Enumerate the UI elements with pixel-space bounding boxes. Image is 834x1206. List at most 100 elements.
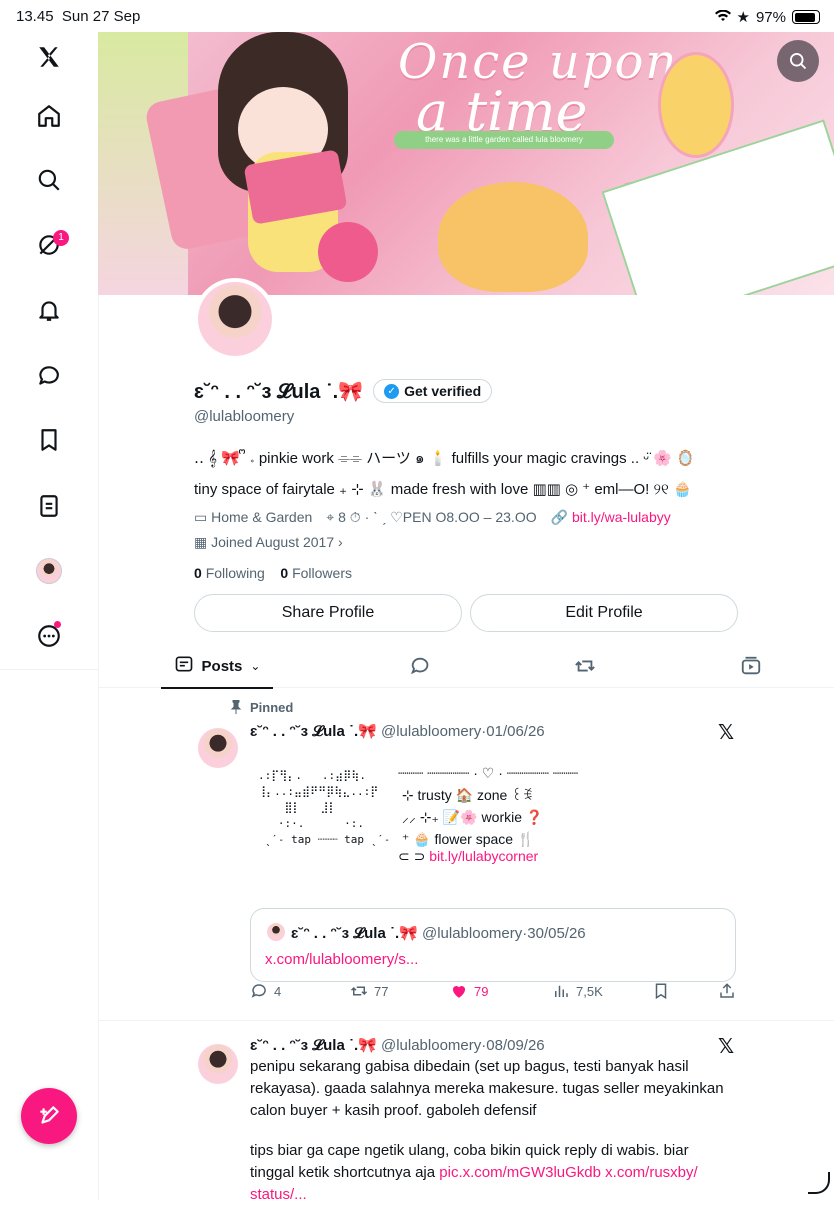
search-icon: [790, 53, 807, 70]
reply-button[interactable]: 4: [250, 982, 281, 1000]
banner-search-button[interactable]: [777, 40, 819, 82]
website-link[interactable]: 🔗 bit.ly/wa-lulabyy: [551, 509, 671, 526]
location-pin-icon: ⌖: [326, 509, 335, 525]
compose-post-button[interactable]: [21, 1088, 77, 1144]
bio-line-2: tiny space of fairytale ₊ ⊹ 🐰 made fresh…: [194, 481, 692, 498]
reply-icon: [251, 984, 266, 998]
repost-icon: [575, 660, 595, 672]
like-button[interactable]: 79: [450, 982, 488, 1000]
analytics-icon: [555, 985, 568, 997]
profile-bio: ‥ 𝄞 🎀 ᩚ 𝆹 pinkie work ⌯⌯ ハーツ ๑ 🕯️ fulfil…: [194, 443, 794, 505]
bookmark-icon[interactable]: [27, 418, 71, 462]
reply-icon: [410, 657, 429, 675]
share-button[interactable]: [718, 982, 736, 1000]
banner-cat: [438, 182, 588, 292]
link-icon: 🔗: [550, 509, 569, 525]
chevron-down-icon: ⌄: [250, 659, 261, 673]
x-logo-icon[interactable]: [27, 35, 71, 79]
views-button[interactable]: 7,5K: [552, 982, 603, 1000]
status-time: 13.45 Sun 27 Sep: [16, 8, 141, 25]
pin-icon: [230, 699, 242, 719]
tab-replies[interactable]: [398, 645, 442, 687]
home-icon[interactable]: [27, 94, 71, 138]
more-notification-dot: [54, 621, 61, 628]
post[interactable]: ɛ˘ᵔ . . ᵔ˘ɜ 𝓛ula ˙.🎀 @lulabloomery·08/09…: [98, 1030, 834, 1203]
post-date[interactable]: 08/09/26: [486, 1037, 544, 1054]
more-icon[interactable]: [27, 614, 71, 658]
followers-stat[interactable]: 0 Followers: [280, 565, 352, 581]
profile-tabs: Posts ⌄: [98, 645, 834, 689]
status-bar: 13.45 Sun 27 Sep ★ 97%: [0, 0, 834, 32]
notification-badge: 1: [53, 230, 69, 246]
pinned-label: Pinned: [250, 700, 294, 715]
calendar-icon: ▦: [194, 534, 208, 550]
post-text: penipu sekarang gabisa dibedain (set up …: [250, 1058, 724, 1119]
post-decorative-text: ┈┈┈ ┈┈┈┈┈ · ♡ · ┈┈┈┈┈ ┈┈┈ ⊹ trusty 🏠 zon…: [398, 765, 579, 847]
profile-handle: @lulabloomery: [194, 408, 295, 425]
share-profile-button[interactable]: Share Profile: [194, 594, 462, 632]
joined-date[interactable]: ▦ Joined August 2017 ›: [194, 534, 794, 551]
chat-icon[interactable]: [27, 354, 71, 398]
post-author-handle[interactable]: @lulabloomery: [381, 723, 481, 740]
bookmark-button[interactable]: [652, 982, 670, 1000]
banner-shoe: [318, 222, 378, 282]
get-verified-button[interactable]: ✓ Get verified: [373, 379, 493, 403]
bookmark-icon: [655, 983, 667, 1000]
post-text-2: tips biar ga cape ngetik ulang, coba bik…: [250, 1142, 698, 1203]
follow-stats: 0 Following 0 Followers: [194, 565, 794, 581]
location: ⌖ 8 ⏱ · ˋ ˏ ♡PEN O8.OO – 23.OO: [326, 509, 537, 525]
post-link-row: ⊂ ⊃ bit.ly/lulabycorner: [398, 848, 539, 864]
x-logo-icon[interactable]: 𝕏: [718, 720, 734, 745]
posts-icon: [174, 654, 194, 679]
search-icon[interactable]: [27, 158, 71, 202]
list-icon[interactable]: [27, 484, 71, 528]
chevron-right-icon: ›: [338, 534, 343, 550]
quoted-post[interactable]: ɛ˘ᵔ . . ᵔ˘ɜ 𝓛ula ˙.🎀 @lulabloomery·30/05…: [250, 908, 736, 982]
quote-header: ɛ˘ᵔ . . ᵔ˘ɜ 𝓛ula ˙.🎀 @lulabloomery·30/05…: [291, 925, 586, 942]
post-date[interactable]: 01/06/26: [486, 723, 544, 740]
briefcase-icon: ▭: [194, 509, 208, 525]
quote-link[interactable]: x.com/lulabloomery/s...: [265, 951, 418, 968]
repost-button[interactable]: 77: [350, 982, 388, 1000]
post-author-name[interactable]: ɛ˘ᵔ . . ᵔ˘ɜ 𝓛ula ˙.🎀: [250, 1037, 377, 1054]
get-verified-label: Get verified: [404, 383, 482, 399]
tab-posts[interactable]: Posts ⌄: [161, 645, 273, 689]
post-link[interactable]: bit.ly/lulabycorner: [429, 848, 538, 864]
pinned-post[interactable]: Pinned ɛ˘ᵔ . . ᵔ˘ɜ 𝓛ula ˙.🎀 @lulabloomer…: [98, 699, 834, 1020]
post-author-name[interactable]: ɛ˘ᵔ . . ᵔ˘ɜ 𝓛ula ˙.🎀: [250, 723, 377, 740]
post-header: ɛ˘ᵔ . . ᵔ˘ɜ 𝓛ula ˙.🎀 @lulabloomery·08/09…: [250, 1037, 545, 1054]
profile-name: ɛ˘ᵔ . . ᵔ˘ɜ 𝓛ula ˙.🎀: [194, 380, 364, 403]
repost-icon: [350, 986, 368, 996]
post-actions: 4 77 79 7,5K: [250, 982, 740, 1004]
category: ▭ Home & Garden: [194, 509, 313, 525]
profile-meta: ▭ Home & Garden ⌖ 8 ⏱ · ˋ ˏ ♡PEN O8.OO –…: [194, 509, 794, 526]
banner-mirror: [658, 52, 734, 158]
post-ascii-art: .:⡏⢻⡄. .:⣴⡿⢷. ⢸⡄..:⣤⣾⠟⠛⡿⢷⣄..:⡟ ⣿⡇ ⣸⡇ ·:·…: [258, 769, 391, 846]
post-divider: [98, 1020, 834, 1021]
bell-icon[interactable]: [27, 288, 71, 332]
star-icon: ★: [736, 9, 750, 26]
post-media-link[interactable]: pic.x.com/mGW3luGkdb: [439, 1164, 601, 1181]
video-icon: [741, 656, 761, 675]
battery-icon: [792, 10, 820, 24]
share-icon: [720, 983, 734, 998]
following-stat[interactable]: 0 Following: [194, 565, 265, 581]
tab-reposts[interactable]: [563, 645, 607, 687]
profile-avatar-icon[interactable]: [27, 549, 71, 593]
battery-percent: 97%: [755, 8, 786, 26]
post-avatar[interactable]: [198, 728, 238, 768]
wifi-icon: [714, 9, 731, 26]
verified-check-icon: ✓: [384, 383, 400, 399]
heart-icon: [452, 985, 466, 998]
banner-ribbon: there was a little garden called lula bl…: [394, 131, 614, 149]
post-avatar[interactable]: [198, 1044, 238, 1084]
bio-line-1: ‥ 𝄞 🎀 ᩚ 𝆹 pinkie work ⌯⌯ ハーツ ๑ 🕯️ fulfil…: [194, 450, 695, 467]
profile-banner[interactable]: Once upon a time there was a little gard…: [98, 32, 834, 295]
profile-name-row: ɛ˘ᵔ . . ᵔ˘ɜ 𝓛ula ˙.🎀 ✓ Get verified: [194, 376, 794, 406]
edit-profile-button[interactable]: Edit Profile: [470, 594, 738, 632]
profile-info: ɛ˘ᵔ . . ᵔ˘ɜ 𝓛ula ˙.🎀 ✓ Get verified @lul…: [194, 376, 794, 581]
tab-media[interactable]: [729, 645, 773, 687]
post-header: ɛ˘ᵔ . . ᵔ˘ɜ 𝓛ula ˙.🎀 @lulabloomery·01/06…: [250, 723, 545, 740]
post-author-handle[interactable]: @lulabloomery: [381, 1037, 481, 1054]
profile-avatar[interactable]: [194, 278, 276, 360]
